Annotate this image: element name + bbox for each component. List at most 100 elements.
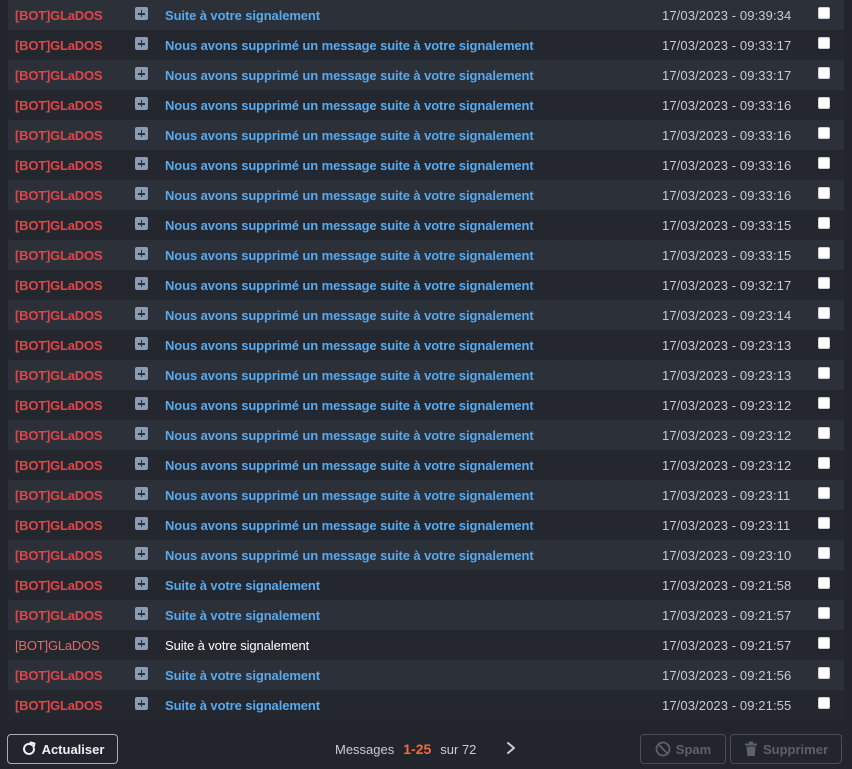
- plus-square-icon[interactable]: [135, 217, 148, 230]
- message-row[interactable]: [BOT]GLaDOS Nous avons supprimé un messag…: [8, 150, 844, 180]
- message-sender[interactable]: [BOT]GLaDOS: [15, 398, 103, 413]
- message-row[interactable]: [BOT]GLaDOS Nous avons supprimé un messag…: [8, 120, 844, 150]
- plus-square-icon[interactable]: [135, 427, 148, 440]
- message-subject[interactable]: Nous avons supprimé un message suite à v…: [165, 308, 534, 323]
- message-subject[interactable]: Nous avons supprimé un message suite à v…: [165, 398, 534, 413]
- message-subject[interactable]: Nous avons supprimé un message suite à v…: [165, 518, 534, 533]
- plus-square-icon[interactable]: [135, 367, 148, 380]
- message-checkbox[interactable]: [818, 157, 830, 169]
- message-row[interactable]: [BOT]GLaDOS Nous avons supprimé un messag…: [8, 330, 844, 360]
- plus-square-icon[interactable]: [135, 307, 148, 320]
- message-subject[interactable]: Nous avons supprimé un message suite à v…: [165, 218, 534, 233]
- message-checkbox[interactable]: [818, 127, 830, 139]
- message-subject[interactable]: Suite à votre signalement: [165, 698, 320, 713]
- message-subject[interactable]: Nous avons supprimé un message suite à v…: [165, 98, 534, 113]
- message-row[interactable]: [BOT]GLaDOS Nous avons supprimé un messag…: [8, 420, 844, 450]
- message-sender[interactable]: [BOT]GLaDOS: [15, 428, 103, 443]
- message-sender[interactable]: [BOT]GLaDOS: [15, 308, 103, 323]
- message-subject[interactable]: Suite à votre signalement: [165, 608, 320, 623]
- message-row[interactable]: [BOT]GLaDOS Suite à votre signalement 17/0…: [8, 600, 844, 630]
- message-checkbox[interactable]: [818, 667, 830, 679]
- plus-square-icon[interactable]: [135, 337, 148, 350]
- message-subject[interactable]: Nous avons supprimé un message suite à v…: [165, 368, 534, 383]
- plus-square-icon[interactable]: [135, 397, 148, 410]
- plus-square-icon[interactable]: [135, 127, 148, 140]
- message-subject[interactable]: Nous avons supprimé un message suite à v…: [165, 68, 534, 83]
- message-sender[interactable]: [BOT]GLaDOS: [15, 608, 103, 623]
- plus-square-icon[interactable]: [135, 457, 148, 470]
- message-row[interactable]: [BOT]GLaDOS Nous avons supprimé un messag…: [8, 30, 844, 60]
- message-checkbox[interactable]: [818, 7, 830, 19]
- message-subject[interactable]: Suite à votre signalement: [165, 638, 309, 653]
- chevron-right-icon[interactable]: [505, 741, 517, 755]
- message-sender[interactable]: [BOT]GLaDOS: [15, 38, 103, 53]
- message-row[interactable]: [BOT]GLaDOS Nous avons supprimé un messag…: [8, 360, 844, 390]
- plus-square-icon[interactable]: [135, 607, 148, 620]
- plus-square-icon[interactable]: [135, 157, 148, 170]
- message-checkbox[interactable]: [818, 547, 830, 559]
- plus-square-icon[interactable]: [135, 97, 148, 110]
- delete-button[interactable]: Supprimer: [730, 734, 842, 764]
- message-checkbox[interactable]: [818, 37, 830, 49]
- message-checkbox[interactable]: [818, 97, 830, 109]
- message-subject[interactable]: Suite à votre signalement: [165, 8, 320, 23]
- message-checkbox[interactable]: [818, 277, 830, 289]
- message-subject[interactable]: Nous avons supprimé un message suite à v…: [165, 338, 534, 353]
- message-checkbox[interactable]: [818, 457, 830, 469]
- message-sender[interactable]: [BOT]GLaDOS: [15, 158, 103, 173]
- message-sender[interactable]: [BOT]GLaDOS: [15, 8, 103, 23]
- message-subject[interactable]: Nous avons supprimé un message suite à v…: [165, 548, 534, 563]
- message-subject[interactable]: Nous avons supprimé un message suite à v…: [165, 278, 534, 293]
- plus-square-icon[interactable]: [135, 67, 148, 80]
- message-row[interactable]: [BOT]GLaDOS Nous avons supprimé un messag…: [8, 60, 844, 90]
- message-row[interactable]: [BOT]GLaDOS Nous avons supprimé un messag…: [8, 210, 844, 240]
- plus-square-icon[interactable]: [135, 277, 148, 290]
- message-sender[interactable]: [BOT]GLaDOS: [15, 128, 103, 143]
- message-sender[interactable]: [BOT]GLaDOS: [15, 488, 103, 503]
- message-sender[interactable]: [BOT]GLaDOS: [15, 368, 103, 383]
- message-subject[interactable]: Nous avons supprimé un message suite à v…: [165, 38, 534, 53]
- plus-square-icon[interactable]: [135, 667, 148, 680]
- message-subject[interactable]: Nous avons supprimé un message suite à v…: [165, 128, 534, 143]
- message-row[interactable]: [BOT]GLaDOS Nous avons supprimé un messag…: [8, 180, 844, 210]
- message-row[interactable]: [BOT]GLaDOS Suite à votre signalement 17/0…: [8, 660, 844, 690]
- message-subject[interactable]: Nous avons supprimé un message suite à v…: [165, 248, 534, 263]
- message-sender[interactable]: [BOT]GLaDOS: [15, 518, 103, 533]
- message-checkbox[interactable]: [818, 637, 830, 649]
- plus-square-icon[interactable]: [135, 187, 148, 200]
- message-subject[interactable]: Suite à votre signalement: [165, 668, 320, 683]
- spam-button[interactable]: Spam: [640, 734, 726, 764]
- message-row[interactable]: [BOT]GLaDOS Suite à votre signalement 17/0…: [8, 690, 844, 720]
- refresh-button[interactable]: Actualiser: [7, 734, 118, 764]
- message-sender[interactable]: [BOT]GLaDOS: [15, 578, 103, 593]
- message-checkbox[interactable]: [818, 307, 830, 319]
- message-sender[interactable]: [BOT]GLaDOS: [15, 668, 103, 683]
- message-sender[interactable]: [BOT]GLaDOS: [15, 698, 103, 713]
- message-checkbox[interactable]: [818, 397, 830, 409]
- message-checkbox[interactable]: [818, 367, 830, 379]
- message-checkbox[interactable]: [818, 607, 830, 619]
- plus-square-icon[interactable]: [135, 517, 148, 530]
- plus-square-icon[interactable]: [135, 547, 148, 560]
- message-checkbox[interactable]: [818, 427, 830, 439]
- message-sender[interactable]: [BOT]GLaDOS: [15, 548, 103, 563]
- message-subject[interactable]: Nous avons supprimé un message suite à v…: [165, 428, 534, 443]
- message-sender[interactable]: [BOT]GLaDOS: [15, 68, 103, 83]
- message-sender[interactable]: [BOT]GLaDOS: [15, 188, 103, 203]
- message-row[interactable]: [BOT]GLaDOS Nous avons supprimé un messag…: [8, 540, 844, 570]
- message-sender[interactable]: [BOT]GLaDOS: [15, 338, 103, 353]
- message-row[interactable]: [BOT]GLaDOS Nous avons supprimé un messag…: [8, 240, 844, 270]
- message-row[interactable]: [BOT]GLaDOS Suite à votre signalement 17/0…: [8, 630, 844, 660]
- plus-square-icon[interactable]: [135, 7, 148, 20]
- message-checkbox[interactable]: [818, 337, 830, 349]
- plus-square-icon[interactable]: [135, 577, 148, 590]
- message-sender[interactable]: [BOT]GLaDOS: [15, 458, 103, 473]
- plus-square-icon[interactable]: [135, 37, 148, 50]
- message-subject[interactable]: Nous avons supprimé un message suite à v…: [165, 488, 534, 503]
- message-sender[interactable]: [BOT]GLaDOS: [15, 98, 103, 113]
- plus-square-icon[interactable]: [135, 487, 148, 500]
- message-checkbox[interactable]: [818, 247, 830, 259]
- message-checkbox[interactable]: [818, 487, 830, 499]
- message-row[interactable]: [BOT]GLaDOS Nous avons supprimé un messag…: [8, 300, 844, 330]
- message-checkbox[interactable]: [818, 187, 830, 199]
